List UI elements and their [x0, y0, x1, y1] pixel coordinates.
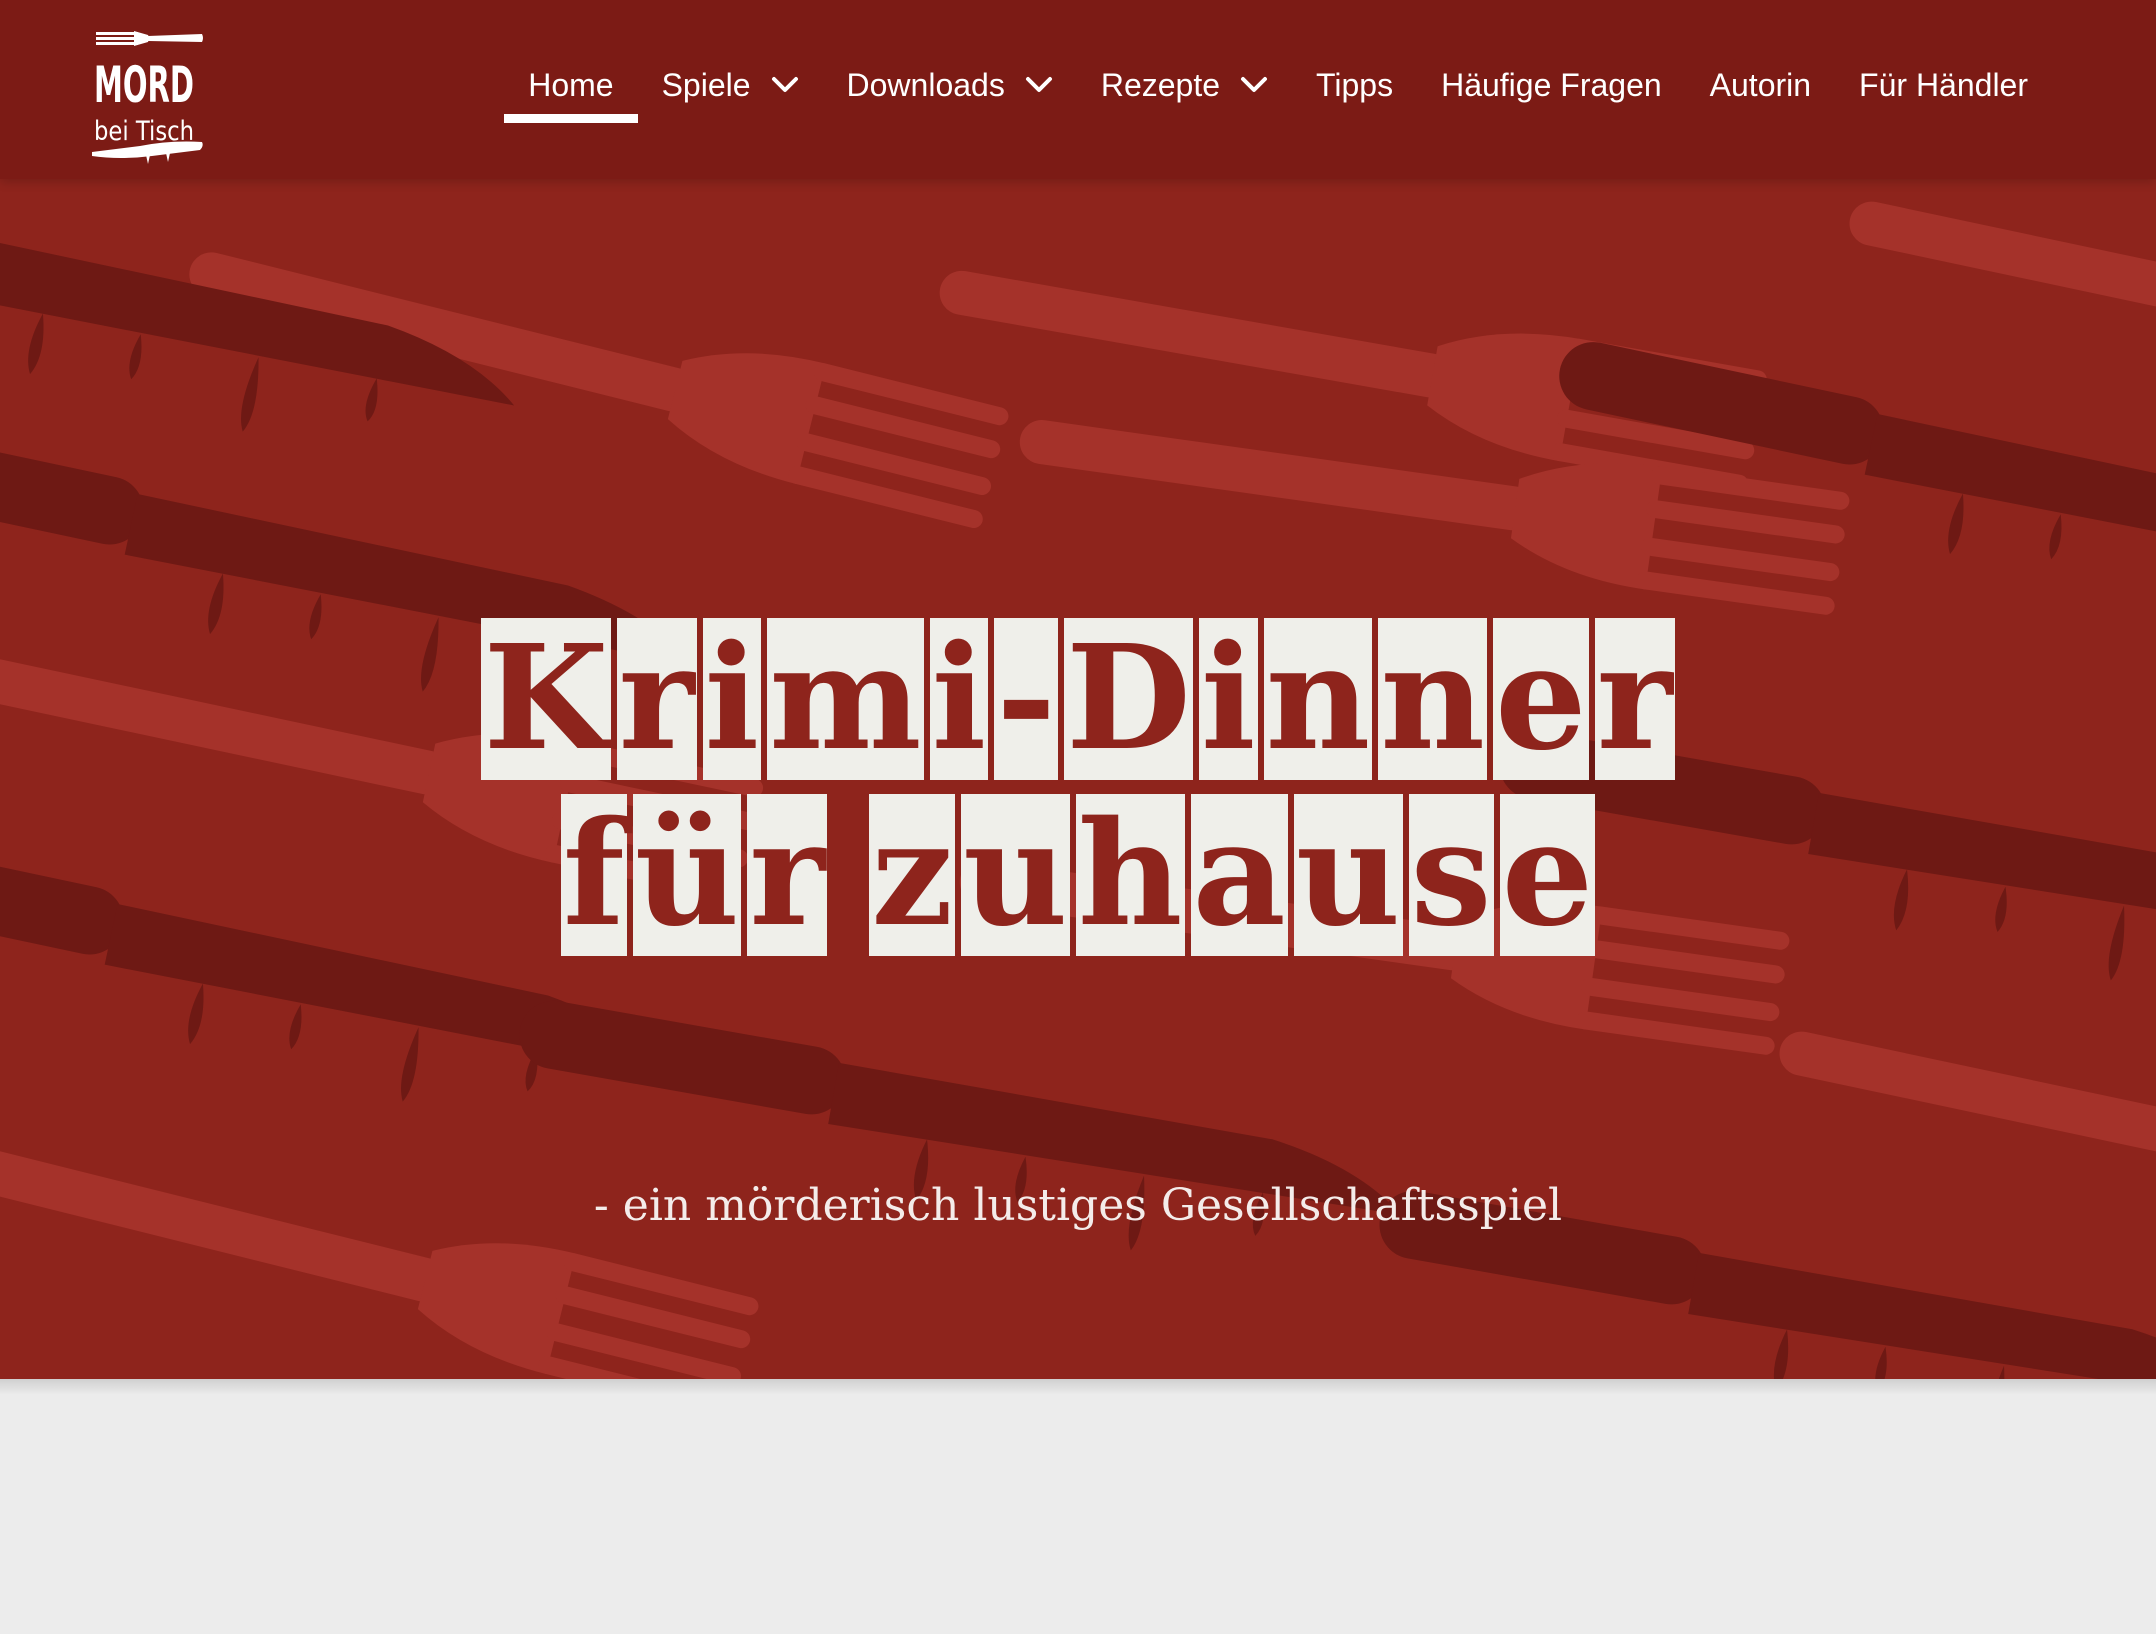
title-letter-tile: m	[767, 613, 924, 783]
nav-autorin[interactable]: Autorin	[1710, 0, 1811, 170]
title-letter-tile: f	[560, 789, 627, 959]
nav-fuer-haendler-label: Für Händler	[1859, 66, 2028, 103]
hero-section: Krimi-Dinner fürzuhause - ein mörderisch…	[0, 179, 2156, 1379]
nav-fuer-haendler[interactable]: Für Händler	[1859, 0, 2028, 170]
nav-rezepte-label: Rezepte	[1100, 66, 1221, 103]
nav-haeufige-fragen[interactable]: Häufige Fragen	[1441, 0, 1662, 170]
title-letter-tile: K	[481, 613, 611, 783]
title-letter-tile: i	[929, 613, 989, 783]
title-letter-tile: -	[994, 613, 1059, 783]
main-navigation: Home Spiele Downloads Rezepte Tipps Häuf…	[504, 0, 2028, 170]
nav-downloads-label: Downloads	[846, 66, 1005, 103]
title-letter-tile: u	[961, 789, 1070, 959]
title-letter-tile: D	[1064, 613, 1193, 783]
hero-bottom-shadow	[0, 1379, 2156, 1395]
title-letter-tile: i	[702, 613, 762, 783]
nav-home[interactable]: Home	[504, 0, 639, 170]
title-letter-tile: h	[1075, 789, 1185, 959]
title-letter-tile: e	[1493, 613, 1589, 783]
site-logo[interactable]: MORD bei Tisch	[90, 28, 205, 164]
chevron-down-icon	[771, 76, 799, 94]
title-letter-tile: ü	[632, 789, 742, 959]
title-letter-tile: e	[1499, 789, 1596, 959]
title-letter-tile: r	[747, 789, 828, 959]
fork-knife-logo-icon: MORD bei Tisch	[92, 31, 203, 164]
hero-subtitle: - ein mörderisch lustiges Gesellschaftss…	[593, 1180, 1563, 1231]
title-letter-tile: s	[1408, 789, 1494, 959]
title-letter-tile: z	[869, 789, 956, 959]
site-header: MORD bei Tisch Home Spiele Downloads Rez…	[0, 0, 2156, 179]
nav-tipps-label: Tipps	[1316, 66, 1394, 103]
title-letter-tile: u	[1293, 789, 1403, 959]
hero-title-line-1: Krimi-Dinner	[481, 613, 1675, 783]
title-space	[833, 794, 863, 956]
nav-tipps[interactable]: Tipps	[1316, 0, 1393, 170]
chevron-down-icon	[1025, 76, 1053, 94]
nav-rezepte[interactable]: Rezepte	[1101, 0, 1268, 170]
title-letter-tile: n	[1263, 613, 1373, 783]
logo-text-top: MORD	[94, 56, 194, 114]
title-letter-tile: i	[1198, 613, 1258, 783]
nav-autorin-label: Autorin	[1709, 66, 1812, 103]
title-letter-tile: n	[1378, 613, 1488, 783]
chevron-down-icon	[1240, 76, 1268, 94]
title-letter-tile: a	[1190, 789, 1288, 959]
hero-title-line-2: fürzuhause	[560, 789, 1596, 959]
nav-spiele[interactable]: Spiele	[662, 0, 799, 170]
nav-home-label: Home	[528, 66, 614, 103]
title-letter-tile: r	[616, 613, 697, 783]
nav-spiele-label: Spiele	[661, 66, 751, 103]
nav-haeufige-fragen-label: Häufige Fragen	[1441, 66, 1662, 103]
hero-title: Krimi-Dinner fürzuhause	[0, 613, 2156, 959]
nav-downloads[interactable]: Downloads	[847, 0, 1053, 170]
title-letter-tile: r	[1594, 613, 1675, 783]
